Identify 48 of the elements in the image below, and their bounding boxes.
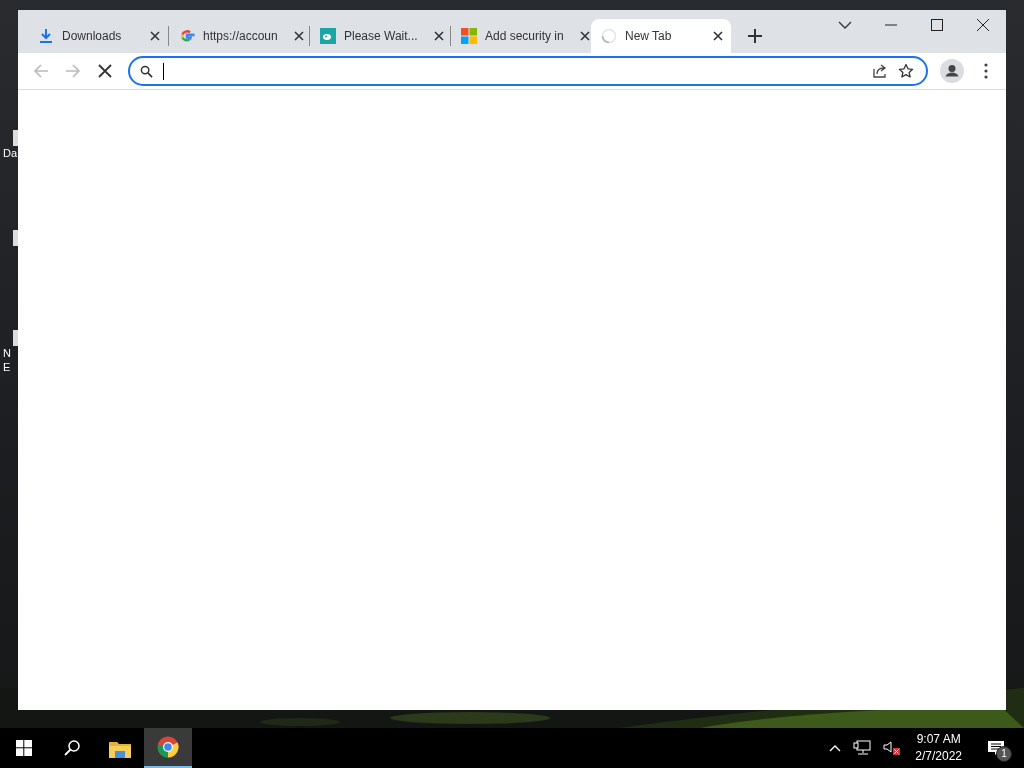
tab-title: New Tab xyxy=(625,29,672,43)
close-icon[interactable] xyxy=(150,31,160,41)
address-bar[interactable] xyxy=(128,56,928,86)
forward-arrow-icon xyxy=(65,63,81,79)
tab-title: https://accoun xyxy=(203,29,278,43)
plus-icon xyxy=(748,29,762,43)
search-icon xyxy=(140,64,153,78)
stop-icon xyxy=(98,64,112,78)
download-icon xyxy=(38,28,54,44)
network-icon[interactable] xyxy=(853,740,872,756)
tab-title: Please Wait... xyxy=(344,29,418,43)
loading-spinner-icon xyxy=(601,28,617,44)
text-cursor xyxy=(163,62,164,80)
chrome-button[interactable] xyxy=(144,728,192,768)
four-squares-icon xyxy=(461,28,477,44)
google-g-icon xyxy=(179,28,195,44)
close-icon[interactable] xyxy=(293,31,304,41)
windows-logo-icon xyxy=(16,740,32,756)
back-arrow-icon xyxy=(33,63,49,79)
browser-tab[interactable]: New Tab xyxy=(591,19,731,53)
speaker-muted-icon[interactable] xyxy=(883,740,902,756)
close-icon xyxy=(977,19,989,31)
chevron-up-icon[interactable] xyxy=(829,744,842,752)
share-icon[interactable] xyxy=(872,63,888,79)
clock-date: 2/7/2022 xyxy=(915,748,962,765)
maximize-icon xyxy=(931,19,943,31)
browser-tab[interactable]: Add security in xyxy=(451,19,591,53)
tab-title: Downloads xyxy=(62,29,122,43)
notification-center-button[interactable]: 1 xyxy=(974,728,1018,768)
tab-title: Add security in xyxy=(485,29,564,43)
desktop-icon-label: E xyxy=(3,360,11,374)
desktop-icon-label: N xyxy=(3,346,11,360)
browser-tab[interactable]: Downloads xyxy=(28,19,168,53)
search-icon xyxy=(64,740,80,756)
close-icon[interactable] xyxy=(433,31,444,41)
clock[interactable]: 9:07 AM 2/7/2022 xyxy=(907,731,974,765)
notification-badge: 1 xyxy=(996,746,1012,762)
close-icon[interactable] xyxy=(579,31,590,41)
browser-logo-icon xyxy=(157,736,179,758)
app-favicon-icon xyxy=(320,28,336,44)
clock-time: 9:07 AM xyxy=(916,731,961,748)
desktop-icon-label: Da xyxy=(3,146,18,160)
browser-tab[interactable]: https://accoun xyxy=(169,19,309,53)
profile-avatar-icon[interactable] xyxy=(940,59,964,83)
bookmark-star-icon[interactable] xyxy=(898,63,914,79)
close-icon[interactable] xyxy=(713,31,723,41)
menu-icon[interactable] xyxy=(984,63,988,79)
browser-tab[interactable]: Please Wait... xyxy=(310,19,450,53)
